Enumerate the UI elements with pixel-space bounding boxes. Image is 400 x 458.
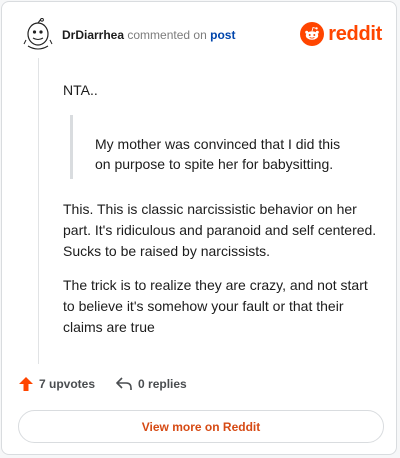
- comment-body: NTA..: [63, 80, 381, 100]
- view-more-button[interactable]: View more on Reddit: [18, 410, 384, 443]
- reply-count: 0 replies: [138, 377, 187, 391]
- comment-paragraph: The trick is to realize they are crazy, …: [63, 277, 368, 335]
- comment-card: DrDiarrhea commented on post reddit NTA.…: [1, 1, 397, 455]
- author-name[interactable]: DrDiarrhea: [62, 28, 124, 42]
- comment-header: DrDiarrhea commented on post: [62, 28, 235, 42]
- upvote-arrow-icon: [19, 377, 33, 391]
- thread-line: [38, 58, 39, 364]
- upvote-count: 7 upvotes: [39, 377, 96, 391]
- post-link[interactable]: post: [210, 28, 235, 42]
- reddit-wordmark: reddit: [328, 22, 382, 45]
- comment-paragraph: This. This is classic narcissistic behav…: [63, 201, 377, 259]
- action-text: commented on: [127, 28, 207, 42]
- reddit-alien-icon: [300, 22, 325, 46]
- upvote-button[interactable]: 7 upvotes: [18, 376, 95, 392]
- reddit-logo[interactable]: reddit: [300, 22, 382, 46]
- comment-actions: 7 upvotes 0 replies: [18, 376, 187, 392]
- reply-button[interactable]: 0 replies: [115, 376, 187, 392]
- reply-arrow-icon: [116, 377, 132, 390]
- quote-line: on purpose to spite her for babysitting.: [95, 156, 334, 172]
- blockquote: My mother was convinced that I did this …: [70, 115, 370, 179]
- comment-paragraph: NTA..: [63, 82, 98, 98]
- quote-line: My mother was convinced that I did this: [95, 136, 341, 152]
- user-avatar[interactable]: [22, 17, 56, 52]
- snoo-avatar-icon: [23, 17, 53, 50]
